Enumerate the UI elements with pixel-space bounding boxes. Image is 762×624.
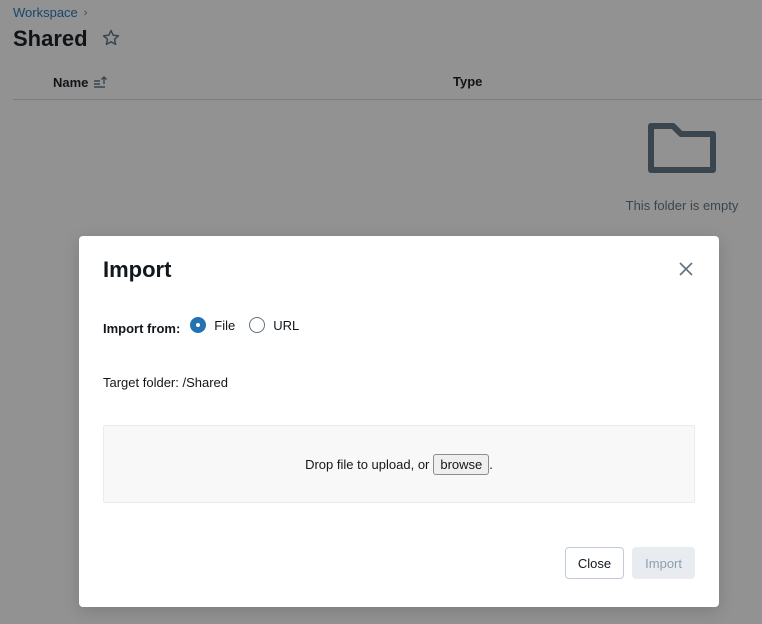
import-dialog: Import Import from: File URL Target fold… (79, 236, 719, 607)
close-icon[interactable] (677, 260, 695, 278)
radio-file-label: File (214, 317, 236, 333)
browse-button[interactable]: browse (433, 453, 490, 475)
dialog-title: Import (103, 257, 172, 282)
dialog-footer: Close Import (564, 547, 695, 579)
radio-file[interactable]: File (190, 317, 235, 333)
file-dropzone[interactable]: Drop file to upload, or browse . (103, 425, 695, 503)
import-from-label: Import from: (103, 321, 181, 336)
target-folder-text: Target folder: /Shared (103, 375, 229, 390)
import-button[interactable]: Import (632, 547, 695, 579)
import-source-radio-group: File URL (190, 317, 313, 333)
close-button[interactable]: Close (564, 547, 625, 579)
radio-file-indicator[interactable] (190, 317, 207, 333)
dropzone-suffix: . (489, 456, 493, 472)
radio-url-indicator[interactable] (249, 317, 266, 333)
dropzone-text: Drop file to upload, or (305, 456, 430, 472)
import-from-group: Import from: File URL (103, 314, 313, 336)
radio-url[interactable]: URL (249, 317, 299, 333)
radio-url-label: URL (273, 317, 300, 333)
